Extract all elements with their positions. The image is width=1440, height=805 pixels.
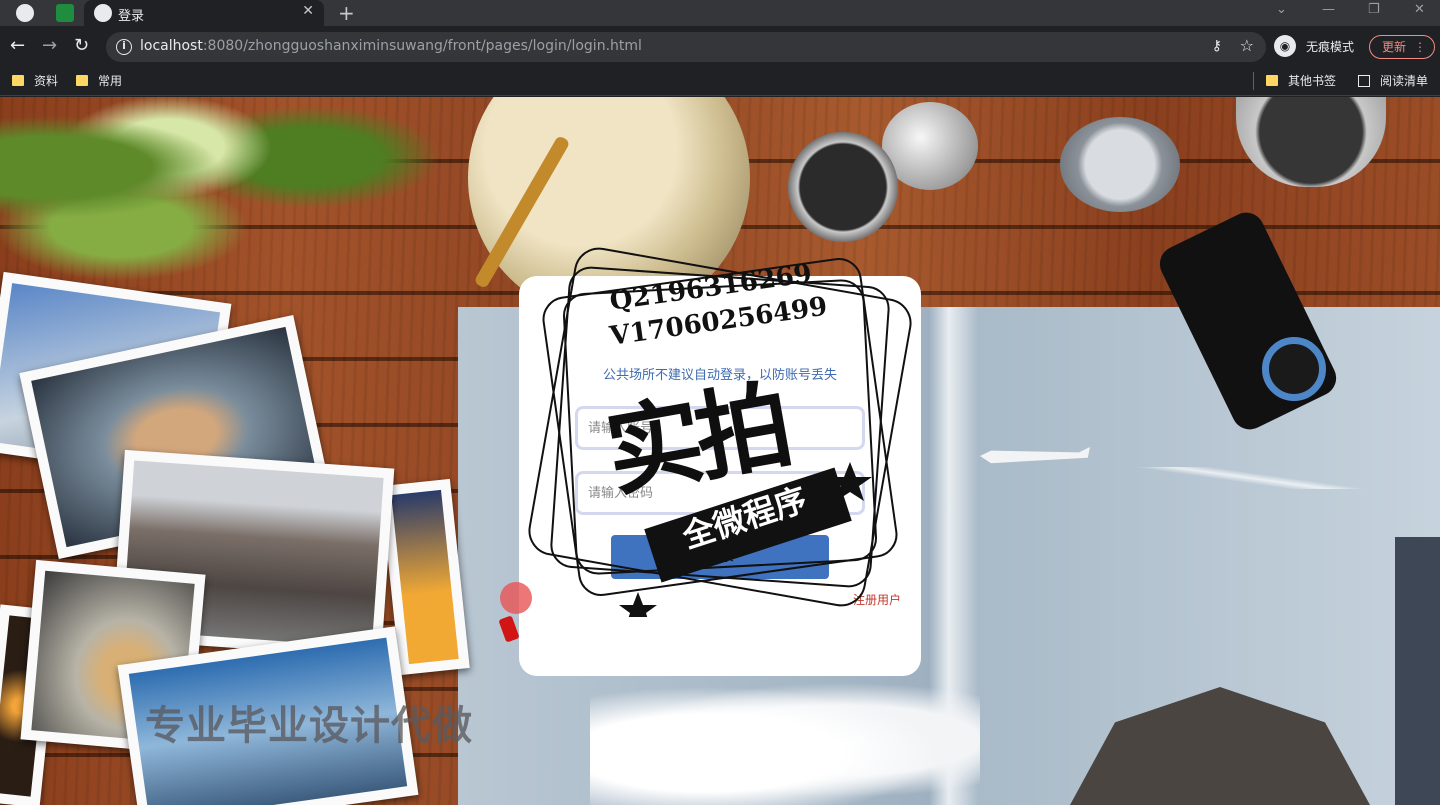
- restore-icon[interactable]: ❐: [1368, 2, 1380, 17]
- contrail-image: [1090, 467, 1430, 489]
- close-icon[interactable]: ✕: [1414, 2, 1425, 17]
- folder-icon: [12, 75, 24, 86]
- chevron-down-icon[interactable]: ⌄: [1276, 2, 1287, 17]
- update-button[interactable]: 更新 ⋮: [1369, 35, 1435, 59]
- globe-icon[interactable]: [16, 4, 34, 22]
- address-bar[interactable]: i localhost:8080/zhongguoshanximinsuwang…: [106, 32, 1266, 62]
- info-icon[interactable]: i: [116, 39, 132, 55]
- page-background: 专业毕业设计代做 公共场所不建议自动登录，以防账号丢失 登录 注册用户 Q219…: [0, 97, 1440, 805]
- click-indicator: [500, 582, 532, 614]
- phone-ring-image: [1262, 337, 1326, 401]
- tab-title: 登录: [118, 9, 145, 24]
- watch-image: [1060, 117, 1180, 212]
- key-icon[interactable]: ⚷: [1212, 38, 1222, 54]
- bookmarks-bar: 资料 常用 其他书签 阅读清单: [0, 66, 1440, 96]
- reading-list-icon: [1358, 75, 1370, 87]
- minimize-icon[interactable]: —: [1322, 2, 1335, 17]
- star-icon[interactable]: ☆: [1240, 36, 1254, 55]
- bookmark-folder-ziliao[interactable]: 资料: [12, 72, 58, 89]
- back-icon[interactable]: ←: [10, 35, 25, 56]
- tab-login[interactable]: 登录 ✕: [84, 0, 324, 26]
- forward-icon[interactable]: →: [42, 35, 57, 56]
- cloud-image: [590, 675, 980, 805]
- plant-image: [0, 97, 450, 287]
- bookmarks-divider: [1253, 72, 1254, 90]
- globe-icon: [94, 4, 112, 22]
- more-icon[interactable]: ⋮: [1414, 36, 1426, 58]
- register-link[interactable]: 注册用户: [853, 591, 901, 608]
- tab-strip: 登录 ✕ + ⌄ — ❐ ✕: [0, 0, 1440, 26]
- background-slogan: 专业毕业设计代做: [145, 703, 473, 749]
- incognito-icon: ◉: [1274, 35, 1296, 57]
- sheets-icon[interactable]: [56, 4, 74, 22]
- folder-icon: [1266, 75, 1278, 86]
- skyscraper-image: [1395, 537, 1440, 805]
- folder-icon: [76, 75, 88, 86]
- bookmark-folder-changyong[interactable]: 常用: [76, 72, 122, 89]
- plus-icon[interactable]: +: [338, 1, 355, 25]
- compass-image: [788, 132, 898, 242]
- reload-icon[interactable]: ↻: [74, 35, 89, 56]
- incognito-label: 无痕模式: [1306, 40, 1355, 54]
- url-text[interactable]: localhost:8080/zhongguoshanximinsuwang/f…: [140, 38, 642, 54]
- close-icon[interactable]: ✕: [302, 3, 314, 19]
- reading-list[interactable]: 阅读清单: [1358, 72, 1428, 89]
- browser-toolbar: ← → ↻ i localhost:8080/zhongguoshanximin…: [0, 26, 1440, 66]
- bookmark-other[interactable]: 其他书签: [1266, 72, 1336, 89]
